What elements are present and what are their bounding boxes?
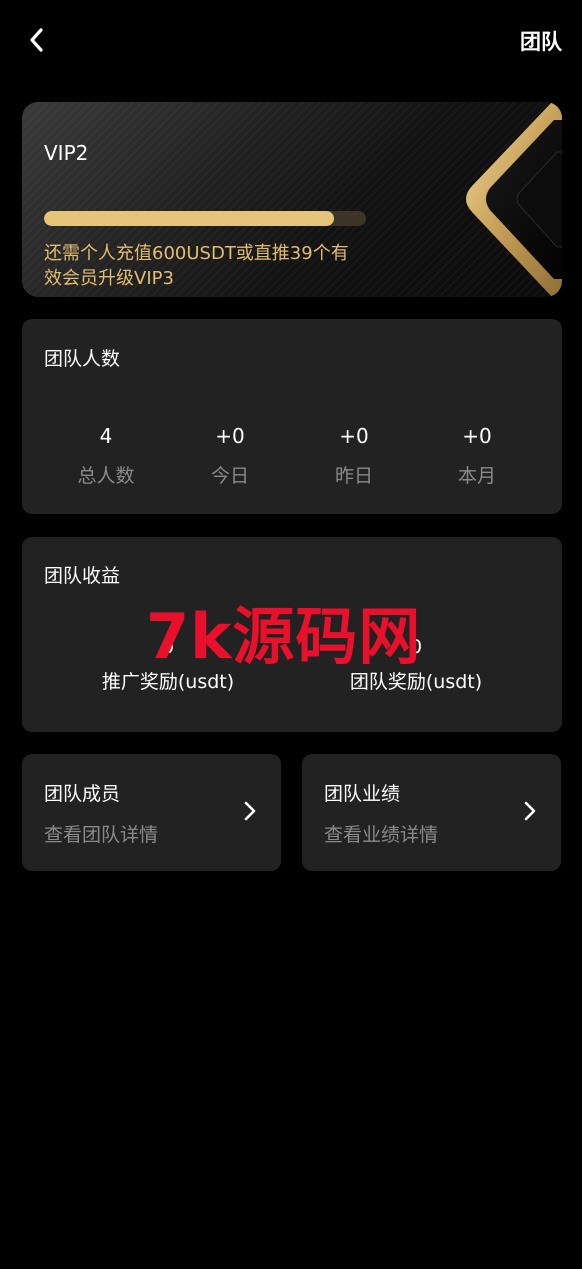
stat-today: +0 今日 — [168, 422, 292, 489]
stat-value: +0 — [462, 424, 492, 448]
stat-value: 4 — [99, 424, 113, 448]
team-earnings-title: 团队收益 — [44, 565, 121, 587]
team-earnings-card: 团队收益 0 推广奖励(usdt) 0 团队奖励(usdt) 7k源码网 — [22, 537, 562, 732]
stat-total: 4 总人数 — [44, 422, 168, 489]
team-count-card: 团队人数 4 总人数 +0 今日 +0 昨日 +0 本月 — [22, 319, 562, 514]
vip-progress-bar — [44, 211, 366, 226]
chevron-right-icon — [524, 801, 536, 821]
vip-badge-emblem — [466, 102, 562, 297]
chevron-right-icon — [244, 801, 256, 821]
nav-title: 团队业绩 — [324, 783, 401, 805]
header: 团队 — [0, 0, 582, 84]
stat-yesterday: +0 昨日 — [292, 422, 416, 489]
chevron-left-icon — [30, 28, 43, 52]
stat-label: 本月 — [457, 465, 496, 487]
nav-title: 团队成员 — [44, 783, 121, 805]
vip-card: VIP2 还需个人充值600USDT或直推39个有效会员升级VIP3 — [22, 102, 562, 297]
vip-upgrade-text: 还需个人充值600USDT或直推39个有效会员升级VIP3 — [44, 243, 349, 289]
stat-value: +0 — [215, 424, 245, 448]
stat-label: 今日 — [210, 465, 249, 487]
stat-value: +0 — [339, 424, 369, 448]
team-members-link[interactable]: 团队成员 查看团队详情 — [22, 754, 281, 871]
nav-subtitle: 查看业绩详情 — [324, 824, 439, 846]
page-title: 团队 — [520, 30, 562, 54]
watermark-text: 7k源码网 — [146, 600, 422, 673]
stat-month: +0 本月 — [415, 422, 539, 489]
stat-label: 昨日 — [334, 465, 373, 487]
vip-level-label: VIP2 — [44, 141, 89, 165]
stat-label: 总人数 — [77, 465, 135, 487]
team-count-title: 团队人数 — [44, 348, 121, 370]
back-button[interactable] — [20, 22, 52, 58]
vip-progress-fill — [44, 211, 334, 226]
nav-subtitle: 查看团队详情 — [44, 824, 159, 846]
team-performance-link[interactable]: 团队业绩 查看业绩详情 — [302, 754, 561, 871]
